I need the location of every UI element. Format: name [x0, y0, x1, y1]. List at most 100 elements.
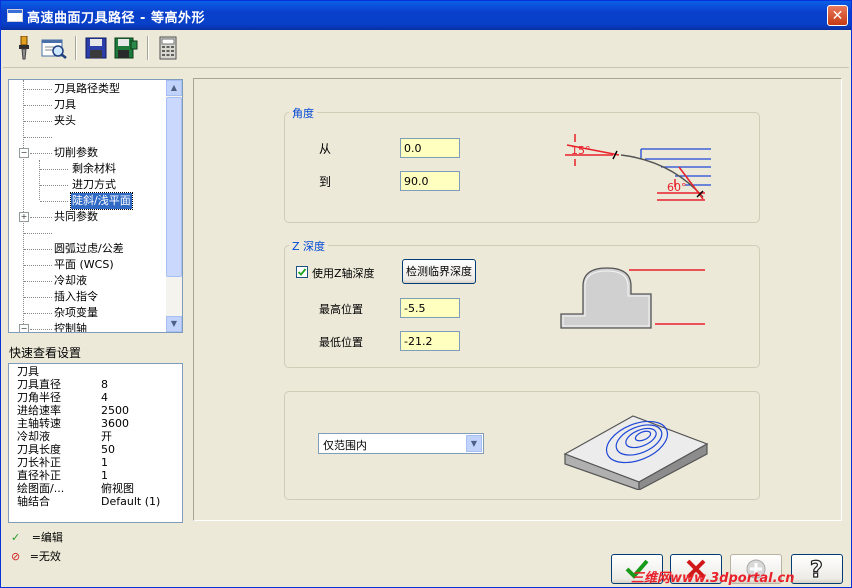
zdepth-group-label: Z 深度 [289, 238, 329, 254]
qs-value: 1 [101, 469, 108, 482]
invalid-icon: ⊘ [11, 550, 21, 563]
from-angle-input[interactable]: 0.0 [400, 138, 460, 158]
tree-connector [24, 105, 52, 106]
save-all-icon[interactable] [113, 35, 139, 61]
tree-connector [24, 137, 52, 138]
use-z-checkbox[interactable] [296, 266, 308, 278]
tree-connector [40, 201, 68, 202]
zdepth-diagram [560, 267, 705, 329]
qs-key: 进给速率 [17, 404, 61, 417]
tree-connector [24, 233, 52, 234]
dialog-window: 高速曲面刀具路径 - 等高外形 ✕ 刀具路径类型 刀具 夹头 − 切削参数 剩余… [0, 0, 852, 588]
scroll-up-icon[interactable]: ▲ [166, 80, 182, 96]
scroll-down-icon[interactable]: ▼ [166, 316, 182, 332]
max-position-label: 最高位置 [319, 303, 363, 316]
to-angle-input[interactable]: 90.0 [400, 171, 460, 191]
save-icon[interactable] [83, 35, 109, 61]
scroll-thumb[interactable] [166, 97, 182, 277]
quick-settings-panel: 刀具 刀具直径 8 刀角半径 4 进给速率 2500 主轴转速 3600 冷却液 开 刀具… [8, 363, 183, 523]
tree-item-toolpath-type[interactable]: 刀具路径类型 [54, 81, 120, 97]
qs-row: 直径补正 1 [17, 469, 108, 482]
title-bar[interactable]: 高速曲面刀具路径 - 等高外形 ✕ [1, 1, 851, 30]
window-title: 高速曲面刀具路径 - 等高外形 [27, 11, 205, 26]
tree-item-plane-wcs[interactable]: 平面 (WCS) [54, 257, 114, 273]
collapse-icon[interactable]: − [19, 148, 29, 158]
detect-depth-button[interactable]: 检测临界深度 [402, 259, 476, 284]
qs-value: 3600 [101, 417, 129, 430]
qs-key: 刀长补正 [17, 456, 61, 469]
range-select-value: 仅范围内 [323, 439, 367, 452]
tree-item-common-params[interactable]: 共同参数 [54, 209, 98, 225]
tree-connector [24, 249, 52, 250]
toolbar-separator [75, 36, 77, 60]
tree-connector [40, 185, 68, 186]
tree-item-control-axis[interactable]: 控制轴 [54, 321, 87, 332]
qs-value: 50 [101, 443, 115, 456]
collapse-icon[interactable]: − [19, 324, 29, 332]
parameter-tree[interactable]: 刀具路径类型 刀具 夹头 − 切削参数 剩余材料 进刀方式 陡斜/浅平面 + 共… [8, 79, 183, 333]
qs-value: 4 [101, 391, 108, 404]
toolbar-separator [147, 36, 149, 60]
tool-icon[interactable] [11, 35, 37, 61]
legend-edit-label: =编辑 [31, 531, 63, 544]
tree-connector [24, 313, 52, 314]
small-angle-label: 15° [571, 144, 591, 157]
qs-key: 直径补正 [17, 469, 61, 482]
window-icon [7, 9, 23, 22]
qs-value: 1 [101, 456, 108, 469]
chevron-down-icon[interactable]: ▼ [466, 435, 482, 452]
min-position-label: 最低位置 [319, 336, 363, 349]
tree-connector [24, 265, 52, 266]
tree-connector [24, 297, 52, 298]
watermark: 三维网www.3dportal.cn [631, 571, 795, 586]
tree-item-insert-directive[interactable]: 插入指令 [54, 289, 98, 305]
tree-item-rest-material[interactable]: 剩余材料 [72, 161, 116, 177]
min-position-input[interactable]: -21.2 [400, 331, 460, 351]
qs-key: 主轴转速 [17, 417, 61, 430]
qs-row: 主轴转速 3600 [17, 417, 129, 430]
tree-item-tool[interactable]: 刀具 [54, 97, 76, 113]
main-panel: 角度 从 0.0 到 90.0 15° 60° Z 深度 使用Z轴深度 检测临界… [193, 78, 842, 521]
tree-item-entry-method[interactable]: 进刀方式 [72, 177, 116, 193]
tree-item-coolant[interactable]: 冷却液 [54, 273, 87, 289]
range-select[interactable]: 仅范围内 ▼ [318, 433, 484, 454]
use-z-label[interactable]: 使用Z轴深度 [312, 265, 375, 281]
angle-group: 角度 从 0.0 到 90.0 15° 60° [284, 105, 760, 223]
large-angle-label: 60° [667, 181, 687, 194]
qs-row: 刀角半径 4 [17, 391, 108, 404]
tree-connector [24, 121, 52, 122]
qs-key: 刀具 [17, 365, 39, 378]
expand-icon[interactable]: + [19, 212, 29, 222]
tree-item-steep-shallow[interactable]: 陡斜/浅平面 [70, 192, 133, 210]
qs-row: 刀具长度 50 [17, 443, 115, 456]
angle-group-label: 角度 [289, 105, 317, 121]
qs-row: 冷却液 开 [17, 430, 112, 443]
calculator-icon[interactable] [155, 35, 181, 61]
help-button[interactable]: ? [791, 554, 843, 584]
range-diagram [563, 415, 709, 490]
tree-connector [30, 217, 52, 218]
tree-connector [24, 281, 52, 282]
qs-key: 绘图面/... [17, 482, 65, 495]
tree-scrollbar[interactable]: ▲ ▼ [166, 80, 182, 332]
range-group: 仅范围内 ▼ [284, 391, 760, 500]
tree-connector [30, 329, 52, 330]
tree-item-arc-filter[interactable]: 圆弧过虑/公差 [54, 241, 124, 257]
legend-edit: ✓ =编辑 [11, 529, 63, 545]
tree-item-misc-vars[interactable]: 杂项变量 [54, 305, 98, 321]
tree-item-cut-params[interactable]: 切削参数 [54, 145, 98, 161]
tree-item-holder[interactable]: 夹头 [54, 113, 76, 129]
qs-key: 刀具直径 [17, 378, 61, 391]
max-position-input[interactable]: -5.5 [400, 298, 460, 318]
qs-key: 刀角半径 [17, 391, 61, 404]
quick-settings-label: 快速查看设置 [9, 346, 82, 360]
qs-key: 冷却液 [17, 430, 50, 443]
toolbar [3, 31, 849, 68]
tree-connector [30, 153, 52, 154]
qs-value: 俯视图 [101, 482, 134, 495]
tree-connector [23, 80, 24, 332]
qs-value: 开 [101, 430, 112, 443]
close-button[interactable]: ✕ [827, 5, 848, 26]
angle-diagram: 15° 60° [565, 134, 711, 201]
preview-icon[interactable] [41, 35, 67, 61]
